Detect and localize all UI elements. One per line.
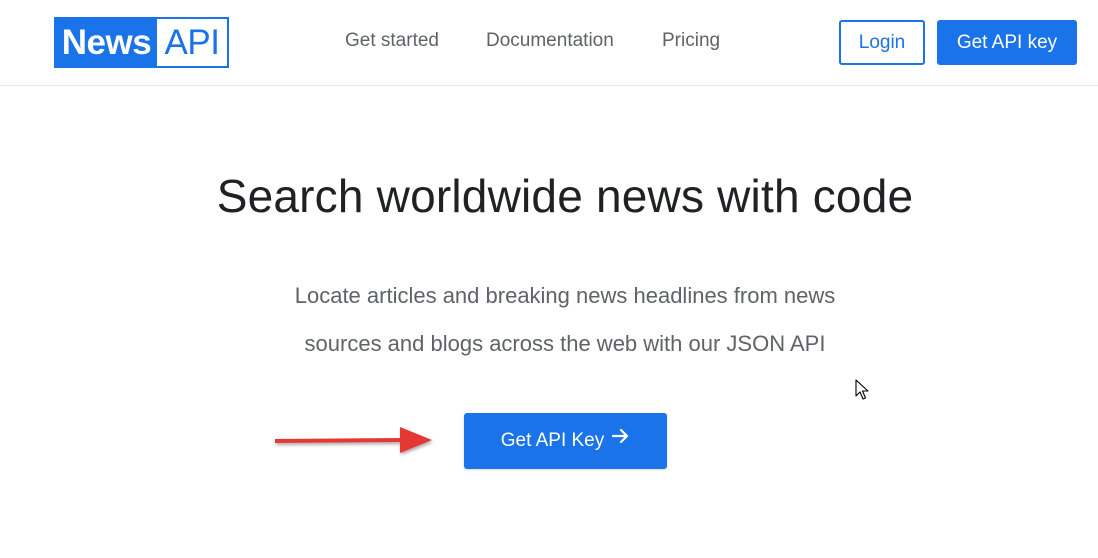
hero-title: Search worldwide news with code — [216, 170, 914, 222]
logo-api-text: API — [164, 23, 220, 62]
newsapi-logo[interactable]: News API — [54, 17, 229, 68]
header-get-api-key-button[interactable]: Get API key — [937, 20, 1077, 65]
nav-pricing[interactable]: Pricing — [662, 30, 720, 52]
get-api-key-cta-button[interactable]: Get API Key — [464, 413, 667, 469]
mouse-cursor-icon — [855, 379, 869, 400]
login-button[interactable]: Login — [839, 20, 925, 65]
nav-documentation[interactable]: Documentation — [486, 30, 614, 52]
logo-news-text: News — [56, 19, 157, 66]
red-arrow-annotation-icon — [275, 427, 432, 453]
hero-subtitle: Locate articles and breaking news headli… — [0, 272, 1098, 368]
hero-subtitle-line1: Locate articles and breaking news headli… — [294, 283, 836, 308]
site-header: News API Get started Documentation Prici… — [0, 0, 1098, 86]
nav-get-started[interactable]: Get started — [345, 30, 439, 52]
arrow-right-icon — [612, 411, 630, 467]
cta-label: Get API Key — [500, 430, 605, 451]
hero-subtitle-line2: sources and blogs across the web with ou… — [304, 331, 826, 356]
